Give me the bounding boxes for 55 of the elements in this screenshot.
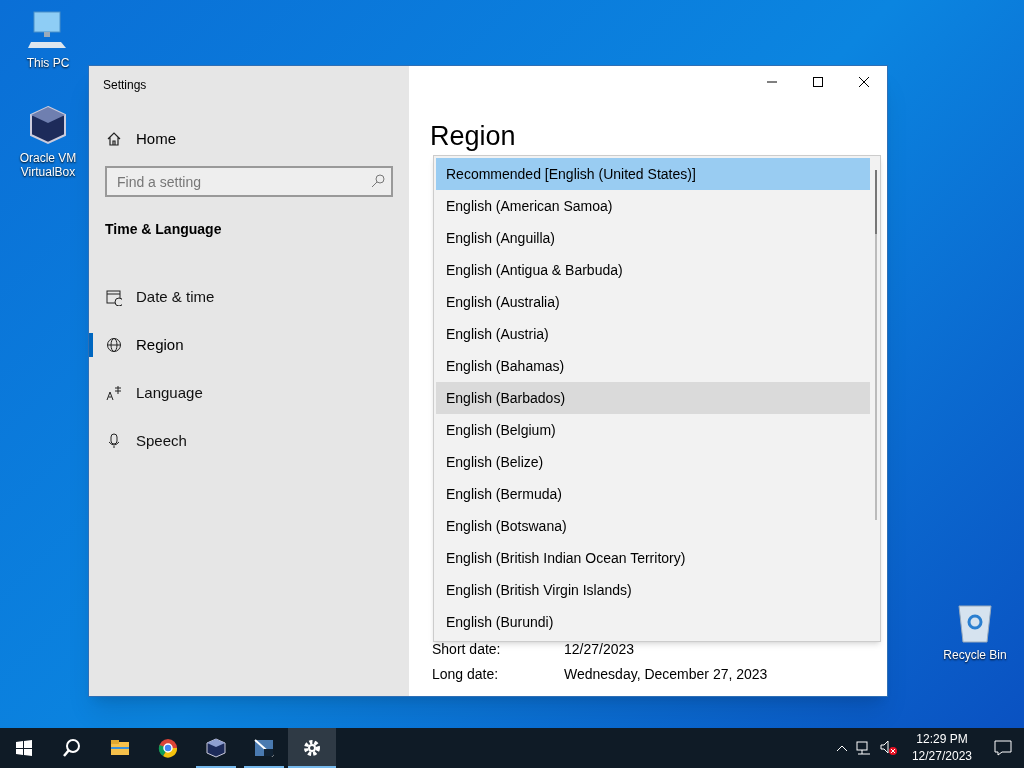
- format-label: Short date:: [432, 641, 502, 657]
- cube-icon: [28, 105, 68, 147]
- language-icon: [106, 384, 122, 402]
- muted-speaker-icon: [879, 740, 898, 756]
- clock-time[interactable]: 12:29 PM: [916, 731, 968, 748]
- search-icon: [62, 738, 82, 758]
- taskbar-button[interactable]: [288, 728, 336, 768]
- dropdown-option[interactable]: Recommended [English (United States)]: [436, 158, 870, 190]
- search-field[interactable]: Find a setting: [105, 166, 393, 197]
- format-value: Wednesday, December 27, 2023: [564, 666, 769, 682]
- trash-bin-icon: [955, 602, 995, 644]
- window-title: Settings: [102, 77, 148, 94]
- dropdown-option[interactable]: English (Burundi): [436, 606, 870, 638]
- clock-date[interactable]: 12/27/2023: [911, 748, 972, 765]
- dropdown-option[interactable]: English (Belgium): [436, 414, 870, 446]
- cube-icon: [206, 738, 226, 758]
- settings-icon: [302, 738, 322, 758]
- desktop-icon-label[interactable]: This PC: [26, 56, 70, 70]
- dropdown-option[interactable]: English (Barbados): [436, 382, 870, 414]
- dropdown-option[interactable]: English (Antigua & Barbuda): [436, 254, 870, 286]
- calendar-icon: [106, 288, 122, 306]
- dropdown-option[interactable]: English (American Samoa): [436, 190, 870, 222]
- globe-icon: [106, 336, 122, 354]
- dropdown-option[interactable]: English (British Indian Ocean Territory): [436, 542, 870, 574]
- home-icon: [106, 131, 122, 147]
- dropdown-option[interactable]: English (Botswana): [436, 510, 870, 542]
- notification-icon: [994, 740, 1012, 756]
- format-label: Long date:: [432, 666, 500, 682]
- dropdown-option[interactable]: English (Bahamas): [436, 350, 870, 382]
- folder-icon: [110, 738, 130, 758]
- dropdown-option[interactable]: English (Austria): [436, 318, 870, 350]
- section-heading: Time & Language: [104, 220, 223, 239]
- maximize-icon: [812, 76, 824, 88]
- dropdown-option[interactable]: English (Bermuda): [436, 478, 870, 510]
- nav-item[interactable]: Region: [89, 321, 409, 369]
- close-icon: [858, 76, 870, 88]
- xp-window-icon: [254, 738, 274, 758]
- nav-item[interactable]: Speech: [89, 417, 409, 465]
- dropdown-option[interactable]: English (Australia): [436, 286, 870, 318]
- chevron-up-icon: [835, 744, 848, 752]
- desktop-icon-label[interactable]: Recycle Bin: [943, 648, 1007, 662]
- browser-icon: [158, 738, 178, 758]
- microphone-icon: [106, 432, 122, 450]
- windows-logo-icon: [14, 738, 34, 758]
- dropdown-option[interactable]: English (Belize): [436, 446, 870, 478]
- home-link[interactable]: Home: [89, 116, 409, 162]
- search-icon: [371, 174, 385, 188]
- page-title: Region: [430, 120, 516, 152]
- format-value: 12/27/2023: [564, 641, 636, 657]
- dropdown-option[interactable]: English (British Virgin Islands): [436, 574, 870, 606]
- nav-item[interactable]: Date & time: [89, 273, 409, 321]
- nav-item[interactable]: Language: [89, 369, 409, 417]
- network-icon: [855, 741, 872, 755]
- dropdown-option[interactable]: English (Anguilla): [436, 222, 870, 254]
- desktop-icon-label[interactable]: Oracle VM VirtualBox: [8, 151, 88, 179]
